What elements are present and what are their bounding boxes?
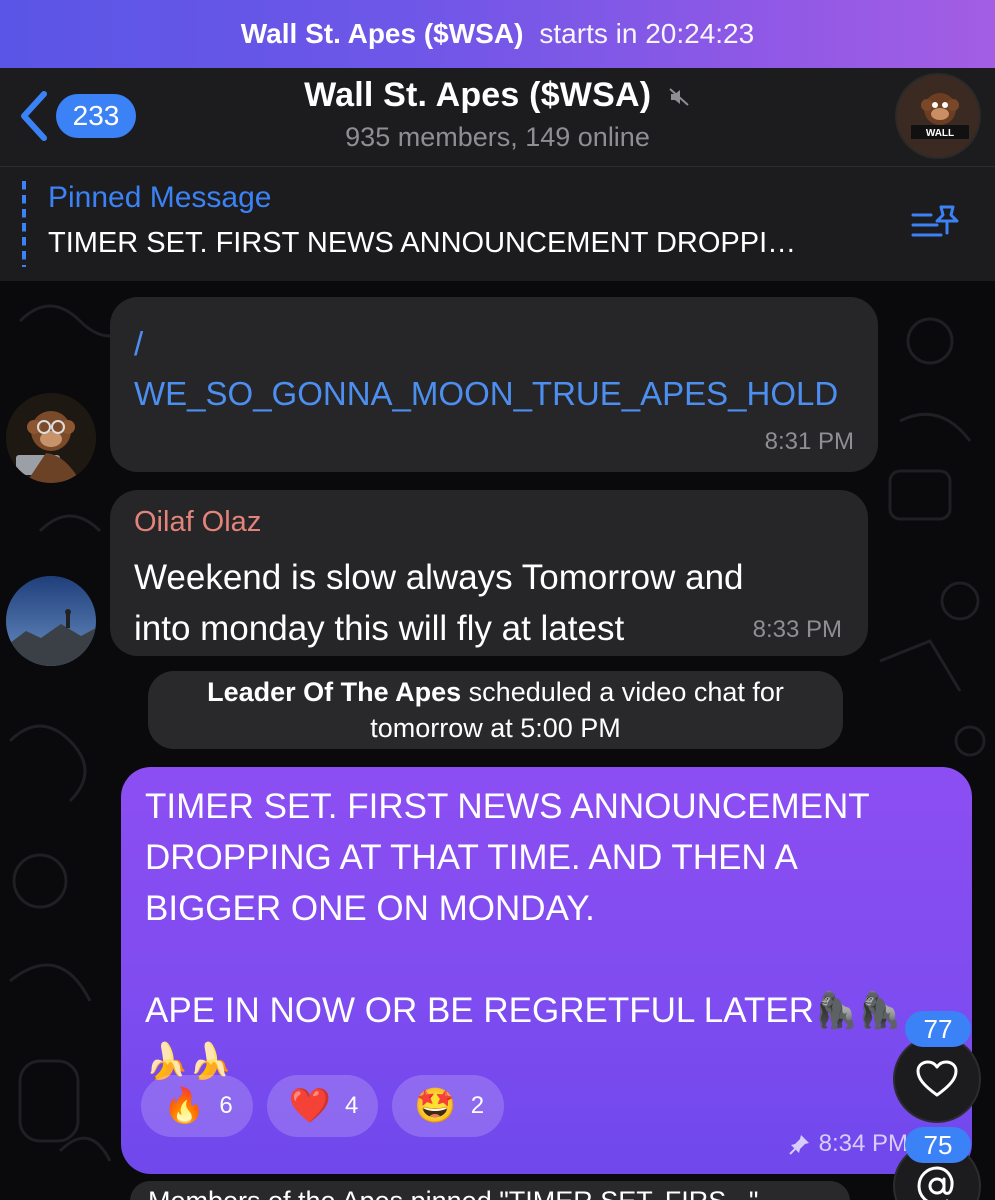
reaction-star-struck[interactable]: 🤩 2 bbox=[392, 1075, 505, 1137]
sender-avatar[interactable] bbox=[6, 576, 96, 666]
heart-emoji-icon: ❤️ bbox=[288, 1087, 332, 1125]
pinned-title: Pinned Message bbox=[48, 181, 272, 214]
fire-emoji-icon: 🔥 bbox=[163, 1087, 206, 1125]
star-struck-emoji-icon: 🤩 bbox=[414, 1087, 457, 1125]
video-chat-banner[interactable]: Wall St. Apes ($WSA) starts in 20:24:23 bbox=[0, 0, 995, 68]
pinned-indicator bbox=[22, 181, 26, 267]
service-text-1: scheduled a video chat for bbox=[461, 677, 784, 707]
message-time: 8:34 PM bbox=[818, 1130, 908, 1157]
service-message[interactable]: Leader Of The Apes scheduled a video cha… bbox=[148, 671, 843, 749]
chat-title[interactable]: Wall St. Apes ($WSA) bbox=[0, 76, 995, 115]
pinned-message-bar[interactable]: Pinned Message TIMER SET. FIRST NEWS ANN… bbox=[0, 166, 995, 281]
announcement-bubble[interactable]: TIMER SET. FIRST NEWS ANNOUNCEMENT DROPP… bbox=[121, 767, 972, 1174]
chat-title-text: Wall St. Apes ($WSA) bbox=[304, 76, 652, 114]
service-actor: Leader Of The Apes bbox=[207, 677, 462, 707]
chat-area[interactable]: / WE_SO_GONNA_MOON_TRUE_APES_HOLD 8:31 P… bbox=[0, 281, 995, 1200]
avatar-text: WALL bbox=[926, 128, 954, 139]
service-text-2: tomorrow at 5:00 PM bbox=[370, 713, 621, 743]
message-link[interactable]: / WE_SO_GONNA_MOON_TRUE_APES_HOLD bbox=[134, 319, 864, 419]
reaction-bar: 🔥 6 ❤️ 4 🤩 2 bbox=[141, 1075, 505, 1137]
mentions-badge: 75 bbox=[905, 1127, 971, 1163]
reactions-badge: 77 bbox=[905, 1011, 971, 1047]
reaction-heart[interactable]: ❤️ 4 bbox=[266, 1075, 379, 1137]
message-text: Weekend is slow always Tomorrow and into… bbox=[134, 558, 744, 648]
at-sign-icon bbox=[917, 1166, 954, 1200]
pinned-text: TIMER SET. FIRST NEWS ANNOUNCEMENT DROPP… bbox=[48, 227, 797, 259]
banner-chat-name: Wall St. Apes ($WSA) bbox=[240, 18, 524, 49]
pin-icon bbox=[788, 1135, 809, 1155]
heart-icon bbox=[916, 1060, 958, 1097]
reaction-count: 4 bbox=[345, 1092, 359, 1119]
mute-icon bbox=[669, 88, 689, 106]
chat-header: 233 Wall St. Apes ($WSA) 935 members, 14… bbox=[0, 68, 995, 166]
unread-reactions-button[interactable] bbox=[893, 1035, 981, 1123]
reaction-count: 6 bbox=[219, 1092, 233, 1119]
message-time: 8:33 PM bbox=[752, 616, 842, 643]
reaction-count: 2 bbox=[470, 1092, 485, 1119]
reaction-fire[interactable]: 🔥 6 bbox=[141, 1075, 253, 1137]
sender-avatar[interactable] bbox=[6, 393, 96, 483]
group-avatar[interactable]: WALL bbox=[895, 73, 981, 159]
service-message-preview[interactable]: Members of the Apes pinned "TIMER SET. F… bbox=[130, 1181, 850, 1200]
sender-name[interactable]: Oilaf Olaz bbox=[134, 506, 261, 539]
message-bubble[interactable]: / WE_SO_GONNA_MOON_TRUE_APES_HOLD 8:31 P… bbox=[110, 297, 878, 472]
message-meta: 8:34 PM bbox=[788, 1130, 908, 1158]
list-pin-icon[interactable] bbox=[911, 203, 961, 247]
message-bubble[interactable]: Oilaf Olaz Weekend is slow always Tomorr… bbox=[110, 490, 868, 656]
chat-subtitle: 935 members, 149 online bbox=[345, 122, 650, 152]
banner-countdown: starts in 20:24:23 bbox=[539, 18, 755, 49]
message-time: 8:31 PM bbox=[764, 428, 854, 455]
message-text: TIMER SET. FIRST NEWS ANNOUNCEMENT DROPP… bbox=[145, 787, 902, 1081]
